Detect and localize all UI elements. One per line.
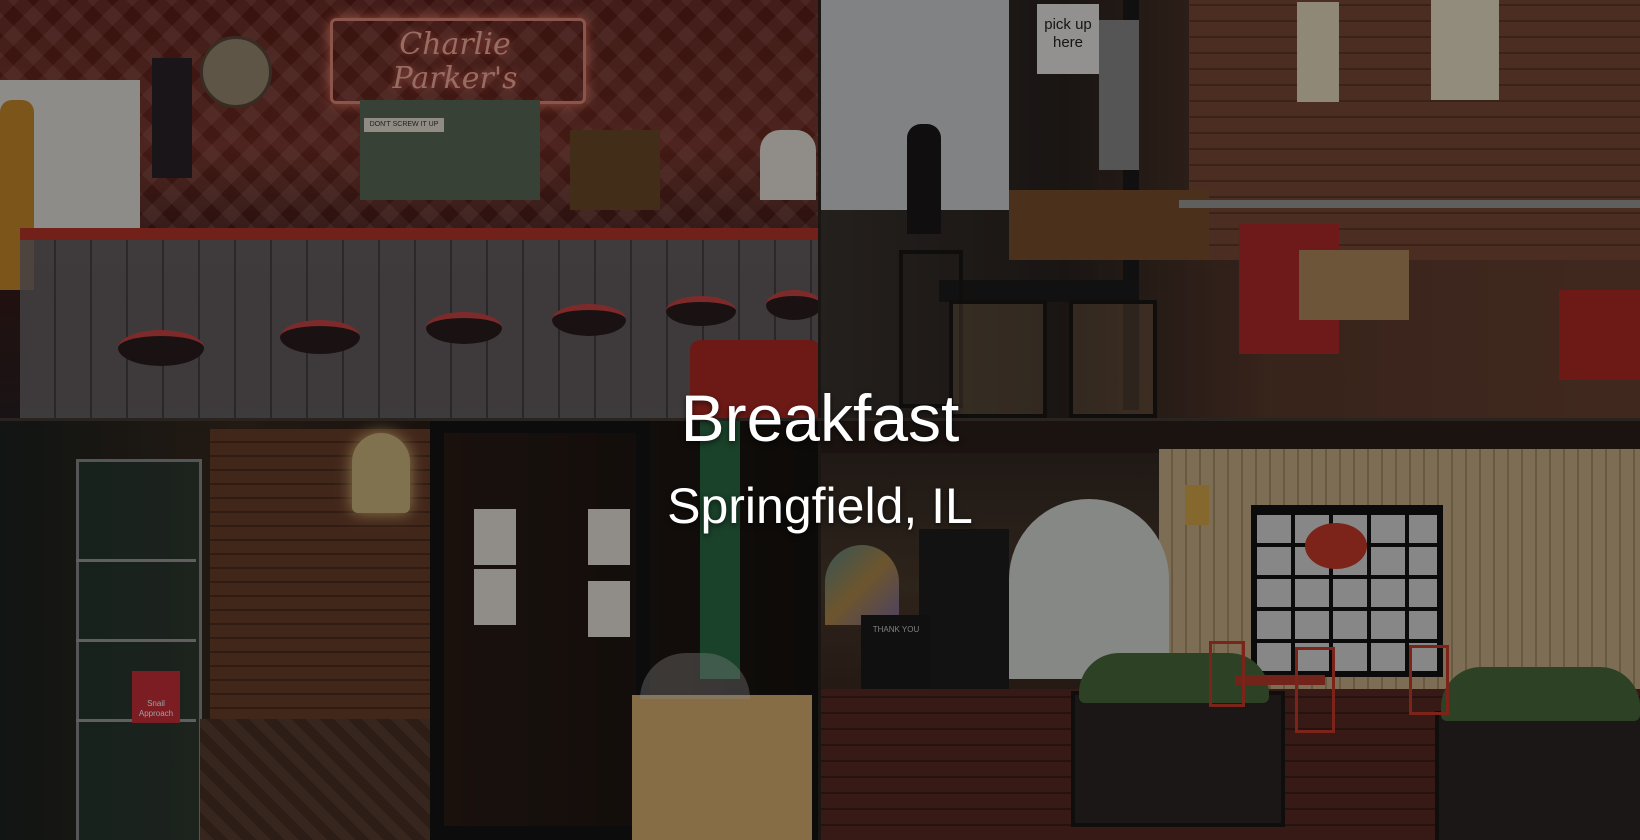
wood-cart <box>632 695 812 840</box>
steel-shelf <box>1179 200 1640 208</box>
black-door <box>919 529 1009 689</box>
notice-paper <box>588 581 630 637</box>
red-chair <box>1209 641 1245 707</box>
counter-sign: DON'T SCREW IT UP <box>364 118 444 132</box>
person-right <box>760 130 816 200</box>
notice-paper <box>474 569 516 625</box>
table <box>939 280 1139 302</box>
floor <box>200 719 430 840</box>
stained-glass-window <box>825 545 899 625</box>
overlay-subtitle: Springfield, IL <box>667 478 973 534</box>
stool <box>426 312 502 344</box>
shelf <box>76 559 196 562</box>
planter <box>1071 691 1285 827</box>
poster <box>1297 2 1339 102</box>
kitchen-window <box>360 100 540 200</box>
red-table-edge <box>1559 290 1640 380</box>
book-title: Snail Approach <box>138 699 174 718</box>
person <box>907 124 941 234</box>
photo-diner-counter: Charlie Parker's DON'T SCREW IT UP <box>0 0 819 419</box>
stool <box>666 296 736 326</box>
stand-sign: THANK YOU <box>872 625 920 634</box>
plants <box>1441 667 1640 721</box>
green-post <box>700 419 740 679</box>
photo-collage: Charlie Parker's DON'T SCREW IT UP pick … <box>0 0 1640 840</box>
stool <box>552 304 626 336</box>
counter-top <box>20 228 819 240</box>
duct <box>1099 20 1139 170</box>
brick-wall <box>1189 0 1640 260</box>
neon-sign: Charlie Parker's <box>392 27 518 96</box>
shelf <box>76 639 196 642</box>
soda-machine <box>570 130 660 210</box>
stool <box>280 320 360 354</box>
menu-board <box>152 58 192 178</box>
poster <box>1431 0 1499 100</box>
overlay-title: Breakfast <box>680 381 960 455</box>
photo-cafe-interior: pick up here <box>819 0 1640 419</box>
clock <box>200 36 272 108</box>
planter <box>1435 711 1640 840</box>
red-chair <box>1295 647 1335 733</box>
boxes <box>1299 250 1409 320</box>
stool <box>766 290 819 320</box>
pickup-sign: pick up here <box>1044 16 1092 51</box>
stool <box>118 330 204 366</box>
red-chair <box>1409 645 1449 715</box>
